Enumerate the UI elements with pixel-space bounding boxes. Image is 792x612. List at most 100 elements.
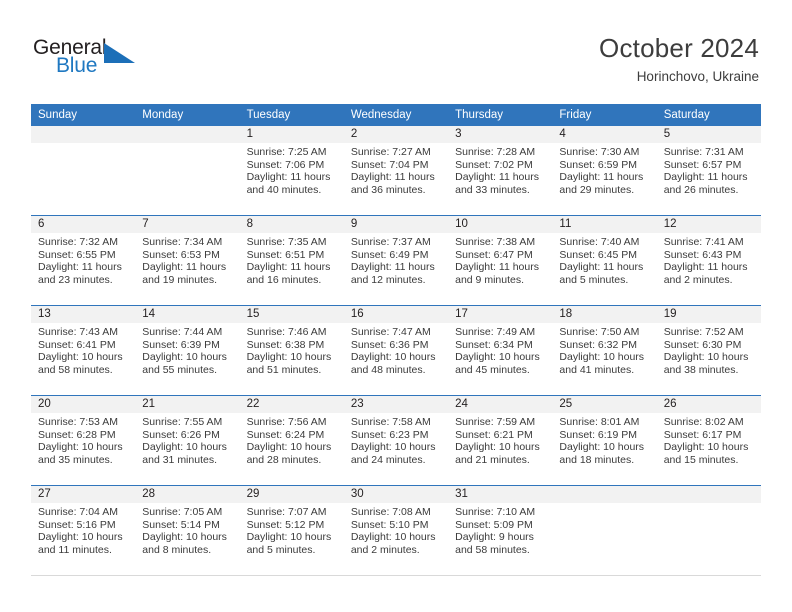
calendar-day-cell[interactable]: 14 Sunrise: 7:44 AM Sunset: 6:39 PM Dayligh… (135, 305, 240, 396)
day-cell-content: 1 Sunrise: 7:25 AM Sunset: 7:06 PM Daylight… (239, 126, 344, 215)
calendar-day-cell[interactable]: 4 Sunrise: 7:30 AM Sunset: 6:59 PM Daylight… (552, 126, 657, 216)
day-cell-content: 6 Sunrise: 7:32 AM Sunset: 6:55 PM Daylight… (31, 216, 136, 305)
calendar-day-cell[interactable]: 24 Sunrise: 7:59 AM Sunset: 6:21 PM Dayligh… (448, 395, 553, 486)
calendar-day-cell[interactable]: 20 Sunrise: 7:53 AM Sunset: 6:28 PM Dayligh… (31, 395, 136, 486)
sunrise-text: Sunrise: 7:31 AM (663, 146, 744, 158)
day-number: 7 (135, 216, 240, 233)
general-blue-logo[interactable]: General Blue (33, 36, 183, 82)
calendar-day-cell[interactable]: 6 Sunrise: 7:32 AM Sunset: 6:55 PM Daylight… (31, 215, 136, 306)
day-number: 10 (448, 216, 553, 233)
day-number: 31 (448, 486, 553, 503)
daylight-text: Daylight: 10 hours and 21 minutes. (455, 441, 540, 466)
sunset-text: Sunset: 5:16 PM (38, 518, 116, 531)
daylight-text: Daylight: 11 hours and 33 minutes. (455, 171, 539, 196)
sunset-text: Sunset: 6:59 PM (559, 158, 638, 171)
day-sun-info: Sunrise: 7:56 AM Sunset: 6:24 PM Daylight:… (240, 413, 344, 466)
calendar-day-cell[interactable]: 2 Sunrise: 7:27 AM Sunset: 7:04 PM Daylight… (343, 126, 449, 216)
daylight-text: Daylight: 10 hours and 18 minutes. (559, 441, 645, 466)
sunset-text: Sunset: 6:57 PM (663, 158, 742, 171)
calendar-day-cell[interactable]: 9 Sunrise: 7:37 AM Sunset: 6:49 PM Daylight… (343, 215, 449, 306)
sunset-text: Sunset: 6:19 PM (559, 428, 638, 441)
day-cell-content: 7 Sunrise: 7:34 AM Sunset: 6:53 PM Daylight… (135, 216, 240, 305)
daylight-text: Daylight: 11 hours and 16 minutes. (246, 261, 331, 286)
calendar-day-cell[interactable]: 1 Sunrise: 7:25 AM Sunset: 7:06 PM Daylight… (239, 126, 344, 216)
sunrise-text: Sunrise: 7:30 AM (559, 146, 640, 158)
calendar-day-cell[interactable]: 15 Sunrise: 7:46 AM Sunset: 6:38 PM Dayligh… (239, 305, 344, 396)
calendar-day-cell[interactable]: 25 Sunrise: 8:01 AM Sunset: 6:19 PM Dayligh… (552, 395, 657, 486)
sunset-text: Sunset: 6:36 PM (350, 338, 429, 351)
sunrise-text: Sunrise: 8:02 AM (663, 416, 744, 428)
title-block: October 2024 Horinchovo, Ukraine (599, 33, 759, 85)
sunrise-text: Sunrise: 7:10 AM (455, 506, 536, 518)
calendar-day-cell[interactable]: 18 Sunrise: 7:50 AM Sunset: 6:32 PM Dayligh… (552, 305, 657, 396)
page-title: October 2024 (599, 33, 759, 63)
calendar-day-cell[interactable]: 5 Sunrise: 7:31 AM Sunset: 6:57 PM Daylight… (656, 126, 761, 216)
sunrise-text: Sunrise: 7:55 AM (142, 416, 223, 428)
day-cell-content (31, 126, 136, 215)
sunrise-text: Sunrise: 7:35 AM (246, 236, 327, 248)
calendar-day-cell[interactable]: 11 Sunrise: 7:40 AM Sunset: 6:45 PM Dayligh… (552, 215, 657, 306)
calendar-day-cell[interactable]: 21 Sunrise: 7:55 AM Sunset: 6:26 PM Dayligh… (135, 395, 240, 486)
calendar-day-cell[interactable]: 27 Sunrise: 7:04 AM Sunset: 5:16 PM Dayligh… (31, 485, 136, 576)
calendar-day-cell[interactable]: 29 Sunrise: 7:07 AM Sunset: 5:12 PM Dayligh… (239, 485, 344, 576)
daylight-text: Daylight: 11 hours and 2 minutes. (663, 261, 748, 286)
calendar-day-cell[interactable]: 23 Sunrise: 7:58 AM Sunset: 6:23 PM Dayligh… (343, 395, 449, 486)
day-cell-content: 31 Sunrise: 7:10 AM Sunset: 5:09 PM Dayligh… (448, 486, 553, 575)
day-number: 27 (31, 486, 136, 503)
day-number: 15 (239, 306, 344, 323)
calendar-day-cell[interactable]: 17 Sunrise: 7:49 AM Sunset: 6:34 PM Dayligh… (448, 305, 553, 396)
calendar-day-cell[interactable]: 13 Sunrise: 7:43 AM Sunset: 6:41 PM Dayligh… (31, 305, 136, 396)
day-number: 19 (656, 306, 761, 323)
calendar-day-cell[interactable]: 31 Sunrise: 7:10 AM Sunset: 5:09 PM Dayligh… (448, 485, 553, 576)
day-cell-content: 19 Sunrise: 7:52 AM Sunset: 6:30 PM Dayligh… (656, 306, 761, 395)
day-number (135, 126, 240, 143)
daylight-text: Daylight: 11 hours and 23 minutes. (38, 261, 122, 286)
calendar-day-cell[interactable]: 16 Sunrise: 7:47 AM Sunset: 6:36 PM Dayligh… (343, 305, 449, 396)
day-sun-info: Sunrise: 8:01 AM Sunset: 6:19 PM Daylight:… (552, 413, 656, 466)
sunrise-text: Sunrise: 7:34 AM (142, 236, 223, 248)
calendar-day-cell[interactable]: 19 Sunrise: 7:52 AM Sunset: 6:30 PM Dayligh… (656, 305, 761, 396)
day-sun-info: Sunrise: 7:52 AM Sunset: 6:30 PM Daylight:… (657, 323, 761, 376)
sunset-text: Sunset: 6:21 PM (455, 428, 533, 441)
daylight-text: Daylight: 10 hours and 58 minutes. (38, 351, 123, 376)
day-cell-content: 3 Sunrise: 7:28 AM Sunset: 7:02 PM Daylight… (448, 126, 553, 215)
day-cell-content: 23 Sunrise: 7:58 AM Sunset: 6:23 PM Dayligh… (343, 396, 449, 485)
calendar-day-cell[interactable]: 10 Sunrise: 7:38 AM Sunset: 6:47 PM Dayligh… (448, 215, 553, 306)
sunset-text: Sunset: 5:14 PM (142, 518, 220, 531)
sunrise-text: Sunrise: 7:49 AM (455, 326, 536, 338)
daylight-text: Daylight: 10 hours and 2 minutes. (350, 531, 436, 556)
day-sun-info: Sunrise: 7:58 AM Sunset: 6:23 PM Daylight:… (344, 413, 448, 466)
sunrise-text: Sunrise: 7:25 AM (246, 146, 327, 158)
sunset-text: Sunset: 6:51 PM (246, 248, 325, 261)
day-number: 26 (656, 396, 761, 413)
daylight-text: Daylight: 11 hours and 19 minutes. (142, 261, 227, 286)
sunrise-text: Sunrise: 7:32 AM (38, 236, 118, 248)
sunrise-text: Sunrise: 7:46 AM (246, 326, 327, 338)
calendar-day-cell[interactable]: 7 Sunrise: 7:34 AM Sunset: 6:53 PM Daylight… (135, 215, 240, 306)
sunrise-text: Sunrise: 7:59 AM (455, 416, 536, 428)
day-cell-content: 14 Sunrise: 7:44 AM Sunset: 6:39 PM Dayligh… (135, 306, 240, 395)
sunset-text: Sunset: 5:12 PM (246, 518, 325, 531)
day-cell-content: 27 Sunrise: 7:04 AM Sunset: 5:16 PM Dayligh… (31, 486, 136, 575)
calendar-empty-cell (656, 485, 761, 576)
sunset-text: Sunset: 6:28 PM (38, 428, 116, 441)
sunrise-text: Sunrise: 7:40 AM (559, 236, 640, 248)
calendar-day-cell[interactable]: 30 Sunrise: 7:08 AM Sunset: 5:10 PM Dayligh… (343, 485, 449, 576)
calendar-day-cell[interactable]: 26 Sunrise: 8:02 AM Sunset: 6:17 PM Dayligh… (656, 395, 761, 486)
day-number: 29 (239, 486, 344, 503)
calendar-day-cell[interactable]: 8 Sunrise: 7:35 AM Sunset: 6:51 PM Daylight… (239, 215, 344, 306)
calendar-day-cell[interactable]: 12 Sunrise: 7:41 AM Sunset: 6:43 PM Dayligh… (656, 215, 761, 306)
day-cell-content: 9 Sunrise: 7:37 AM Sunset: 6:49 PM Daylight… (343, 216, 449, 305)
day-sun-info: Sunrise: 7:08 AM Sunset: 5:10 PM Daylight:… (344, 503, 448, 556)
day-sun-info: Sunrise: 7:31 AM Sunset: 6:57 PM Daylight:… (657, 143, 761, 196)
day-sun-info: Sunrise: 7:47 AM Sunset: 6:36 PM Daylight:… (344, 323, 448, 376)
day-number: 20 (31, 396, 136, 413)
sunrise-text: Sunrise: 7:38 AM (455, 236, 536, 248)
daylight-text: Daylight: 11 hours and 36 minutes. (350, 171, 435, 196)
calendar-day-cell[interactable]: 3 Sunrise: 7:28 AM Sunset: 7:02 PM Daylight… (448, 126, 553, 216)
daylight-text: Daylight: 10 hours and 24 minutes. (350, 441, 436, 466)
calendar-day-cell[interactable]: 22 Sunrise: 7:56 AM Sunset: 6:24 PM Dayligh… (239, 395, 344, 486)
day-sun-info: Sunrise: 7:40 AM Sunset: 6:45 PM Daylight:… (552, 233, 656, 286)
day-cell-content: 20 Sunrise: 7:53 AM Sunset: 6:28 PM Dayligh… (31, 396, 136, 485)
calendar-day-cell[interactable]: 28 Sunrise: 7:05 AM Sunset: 5:14 PM Dayligh… (135, 485, 240, 576)
